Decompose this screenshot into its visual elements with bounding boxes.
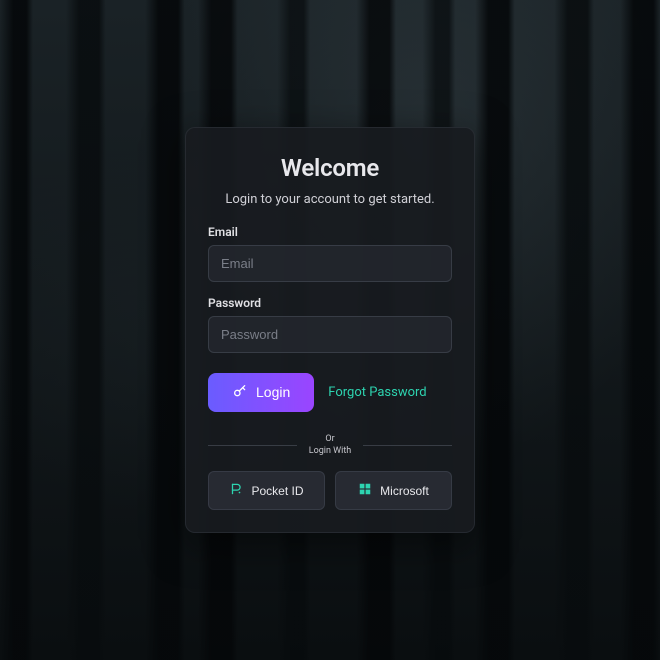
oauth-microsoft-button[interactable]: Microsoft xyxy=(335,471,452,510)
pocketid-icon xyxy=(229,482,243,499)
page-title: Welcome xyxy=(208,154,452,182)
oauth-microsoft-label: Microsoft xyxy=(380,484,429,498)
page-subtitle: Login to your account to get started. xyxy=(208,192,452,207)
oauth-pocketid-label: Pocket ID xyxy=(251,484,303,498)
login-card: Welcome Login to your account to get sta… xyxy=(185,127,475,533)
email-label: Email xyxy=(208,225,452,239)
oauth-pocketid-button[interactable]: Pocket ID xyxy=(208,471,325,510)
login-button[interactable]: Login xyxy=(208,373,314,412)
oauth-row: Pocket ID Microsoft xyxy=(208,471,452,510)
microsoft-icon xyxy=(358,482,372,499)
action-row: Login Forgot Password xyxy=(208,373,452,412)
password-label: Password xyxy=(208,296,452,310)
forgot-password-link[interactable]: Forgot Password xyxy=(328,385,426,400)
divider: Or Login With xyxy=(208,434,452,457)
email-field[interactable] xyxy=(208,245,452,282)
divider-text: Or Login With xyxy=(297,434,364,457)
key-icon xyxy=(232,383,248,402)
login-button-label: Login xyxy=(256,384,290,400)
password-field[interactable] xyxy=(208,316,452,353)
